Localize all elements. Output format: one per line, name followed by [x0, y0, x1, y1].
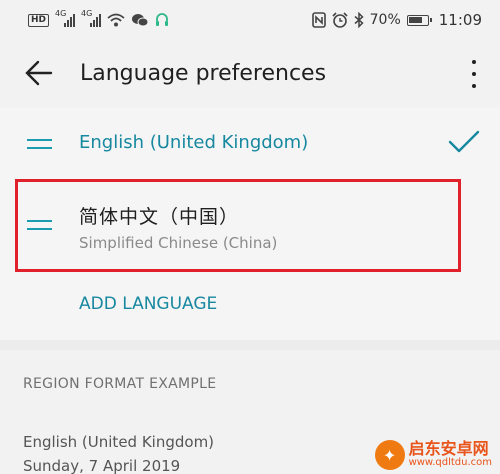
arrow-left-icon — [25, 60, 53, 86]
wechat-icon — [132, 14, 149, 27]
drag-handle-icon[interactable] — [27, 139, 52, 149]
check-icon — [448, 130, 480, 153]
signal-icon: 4G — [81, 9, 102, 27]
watermark-url: www.qdltdu.com — [408, 457, 492, 469]
example-locale: English (United Kingdom) — [23, 433, 215, 451]
signal-2-label: 4G — [81, 9, 93, 18]
watermark: ✦ 启东安卓网 www.qdltdu.com — [374, 440, 492, 470]
watermark-text: 启东安卓网 www.qdltdu.com — [409, 441, 492, 468]
alarm-icon — [332, 12, 348, 28]
battery-icon — [406, 14, 432, 26]
language-label: English (United Kingdom) — [79, 132, 309, 153]
divider — [0, 340, 500, 350]
language-item[interactable]: English (United Kingdom) — [0, 108, 500, 180]
battery-percent: 70% — [369, 12, 401, 28]
section-header: REGION FORMAT EXAMPLE — [23, 376, 217, 392]
signal-icon: 4G — [55, 9, 76, 27]
headset-icon — [156, 13, 169, 26]
add-language-button[interactable]: ADD LANGUAGE — [79, 294, 217, 314]
signal-1-label: 4G — [55, 9, 67, 18]
more-vertical-icon — [472, 60, 476, 64]
clock: 11:09 — [438, 11, 482, 29]
bluetooth-icon — [354, 12, 364, 28]
back-button[interactable] — [0, 40, 80, 106]
highlight-box — [15, 179, 461, 272]
wifi-icon — [107, 13, 125, 27]
nfc-icon — [311, 12, 326, 28]
hd-icon: HD — [28, 13, 50, 27]
status-right: 70% 11:09 — [311, 11, 482, 29]
watermark-main: 启东安卓网 — [408, 439, 489, 459]
app-bar: Language preferences — [0, 40, 500, 106]
example-date: Sunday, 7 April 2019 — [23, 457, 181, 474]
status-left: HD 4G 4G — [28, 9, 169, 28]
watermark-logo-icon: ✦ — [374, 440, 405, 470]
status-bar: HD 4G 4G 70% 11:09 — [0, 0, 500, 40]
more-options-button[interactable] — [464, 60, 484, 88]
page-title: Language preferences — [80, 60, 327, 86]
